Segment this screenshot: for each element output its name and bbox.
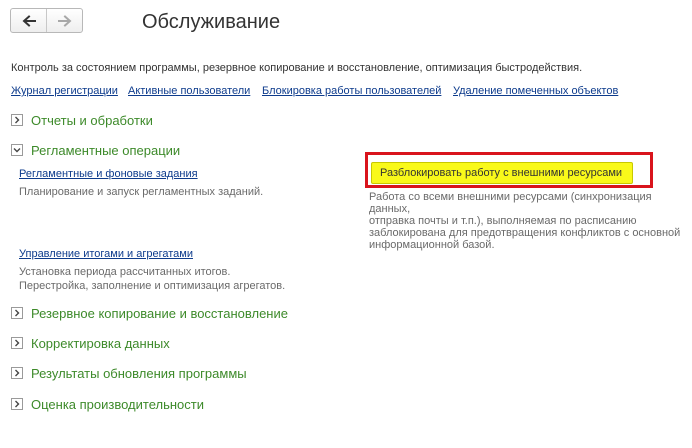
description-line: Установка периода рассчитанных итогов.	[19, 266, 231, 278]
section-label: Оценка производительности	[31, 396, 204, 412]
section-reports[interactable]: Отчеты и обработки	[11, 112, 153, 128]
section-data-correction[interactable]: Корректировка данных	[11, 335, 170, 351]
section-label: Корректировка данных	[31, 335, 170, 351]
description-line: информационной базой.	[369, 239, 495, 251]
page-title: Обслуживание	[142, 11, 281, 33]
page-description: Контроль за состоянием программы, резерв…	[11, 62, 583, 74]
chevron-right-icon	[11, 114, 23, 126]
description-line: отправка почты и т.п.), выполняемая по р…	[369, 215, 637, 227]
chevron-right-icon	[11, 398, 23, 410]
link-delete-marked[interactable]: Удаление помеченных объектов	[453, 85, 618, 97]
description-line: Работа со всеми внешними ресурсами (синх…	[369, 191, 652, 215]
link-active-users[interactable]: Активные пользователи	[128, 85, 250, 97]
section-label: Отчеты и обработки	[31, 112, 153, 128]
section-label: Результаты обновления программы	[31, 365, 247, 381]
forward-button[interactable]	[46, 9, 82, 32]
section-scheduled-operations[interactable]: Регламентные операции	[11, 142, 180, 158]
section-performance[interactable]: Оценка производительности	[11, 396, 204, 412]
section-label: Резервное копирование и восстановление	[31, 305, 288, 321]
chevron-right-icon	[11, 307, 23, 319]
totals-aggregates-description: Установка периода рассчитанных итогов. П…	[19, 265, 285, 293]
description-line: заблокирована для предотвращения конфлик…	[369, 227, 681, 239]
arrow-right-icon	[57, 14, 72, 27]
unlock-external-resources-button[interactable]: Разблокировать работу с внешними ресурса…	[371, 162, 633, 184]
chevron-right-icon	[11, 337, 23, 349]
link-event-log[interactable]: Журнал регистрации	[11, 85, 118, 97]
description-line: Перестройка, заполнение и оптимизация аг…	[19, 280, 286, 292]
chevron-right-icon	[11, 367, 23, 379]
scheduled-jobs-description: Планирование и запуск регламентных задан…	[19, 186, 264, 198]
section-update-results[interactable]: Результаты обновления программы	[11, 365, 247, 381]
section-backup-restore[interactable]: Резервное копирование и восстановление	[11, 305, 288, 321]
section-label: Регламентные операции	[31, 142, 181, 158]
arrow-left-icon	[22, 14, 36, 27]
link-totals-aggregates[interactable]: Управление итогами и агрегатами	[19, 248, 193, 260]
back-button[interactable]	[11, 9, 46, 32]
link-scheduled-jobs[interactable]: Регламентные и фоновые задания	[19, 168, 198, 180]
navigation-buttons	[10, 8, 83, 33]
link-block-users[interactable]: Блокировка работы пользователей	[262, 85, 441, 97]
chevron-down-icon	[11, 144, 23, 156]
external-resources-description: Работа со всеми внешними ресурсами (синх…	[369, 191, 692, 251]
